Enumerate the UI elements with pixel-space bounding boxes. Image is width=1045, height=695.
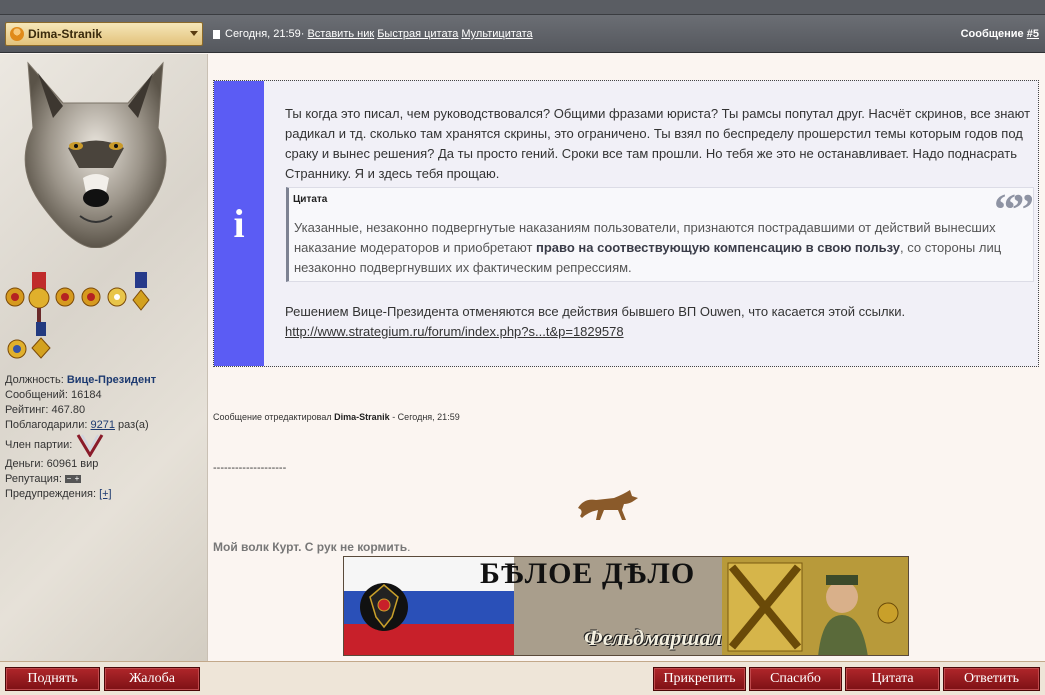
money: Деньги: 60961 вир [5, 458, 99, 470]
user-sidebar: Должность: Вице-Президент Сообщений: 161… [0, 54, 208, 661]
decision-text: Решением Вице-Президента отменяются все … [285, 304, 906, 339]
user-dropdown[interactable]: Dima-Stranik [5, 22, 203, 46]
quick-quote-link[interactable]: Быстрая цитата [377, 28, 458, 40]
document-icon [213, 29, 220, 39]
info-strip: i [214, 81, 264, 366]
position-value: Вице-Президент [66, 374, 157, 386]
reply-button[interactable]: Ответить [943, 667, 1040, 691]
warnings-add-link[interactable]: [+] [99, 488, 112, 500]
post-paragraph: Ты когда это писал, чем руководствовался… [285, 106, 1031, 181]
pin-button[interactable]: Прикрепить [653, 667, 746, 691]
avatar [24, 61, 167, 248]
username: Dima-Stranik [28, 27, 103, 41]
thanks-row: Поблагодарили: 9271 раз(а) [5, 419, 149, 431]
post-time: Сегодня, 21:59· [225, 28, 305, 40]
warnings-row: Предупреждения: [+] [5, 488, 112, 500]
post-header: Dima-Stranik Сегодня, 21:59· Вставить ни… [0, 15, 1045, 53]
signature-separator: -------------------- [213, 462, 287, 474]
banner-subtitle: Фельдмаршал [584, 625, 722, 650]
quote-text: Указанные, незаконно подвергнутые наказа… [294, 220, 1002, 275]
multiquote-link[interactable]: Мультицитата [461, 28, 532, 40]
reputation-plus-button[interactable]: + [72, 475, 81, 484]
quote-block: Цитата “” Указанные, незаконно подвергну… [286, 185, 1034, 282]
edited-note: Сообщение отредактировал Dima-Stranik - … [213, 412, 460, 422]
party-row: Член партии: [5, 433, 156, 457]
user-icon [10, 27, 24, 41]
post-link[interactable]: http://www.strategium.ru/forum/index.php… [285, 324, 624, 339]
medals [5, 272, 150, 359]
post-number-link[interactable]: #5 [1027, 28, 1039, 40]
messages-count: Сообщений: 16184 [5, 389, 102, 401]
quote-label: Цитата [293, 194, 328, 205]
reputation-minus-button[interactable]: − [64, 475, 73, 484]
wolf-icon [578, 490, 638, 520]
up-button[interactable]: Поднять [5, 667, 100, 691]
post-content: i Ты когда это писал, чем руководствовал… [209, 54, 1045, 661]
position-row: Должность: Вице-Президент [5, 374, 157, 386]
info-box: i Ты когда это писал, чем руководствовал… [213, 80, 1039, 367]
edited-author: Dima-Stranik [334, 412, 390, 422]
action-bar: Поднять Жалоба Прикрепить Спасибо Цитата… [0, 661, 1045, 695]
insert-nick-link[interactable]: Вставить ник [307, 28, 374, 40]
signature-banner: БѢЛОЕ ДѢЛО Фельдмаршал [343, 556, 909, 656]
reputation-row: Репутация: − + [5, 473, 81, 485]
quote-button[interactable]: Цитата [845, 667, 940, 691]
post-number: Сообщение #5 [961, 28, 1039, 40]
chevron-down-icon [190, 31, 198, 36]
thanks-count-link[interactable]: 9271 [91, 419, 115, 431]
party-chevron-icon [77, 434, 104, 457]
rating: Рейтинг: 467.80 [5, 404, 86, 416]
complaint-button[interactable]: Жалоба [104, 667, 200, 691]
top-bar [0, 0, 1045, 15]
user-info: Должность: Вице-Президент Сообщений: 161… [5, 373, 156, 502]
post-meta: Сегодня, 21:59· Вставить ник Быстрая цит… [213, 28, 533, 40]
info-icon: i [233, 201, 245, 246]
signature-text: Мой волк Курт. С рук не кормить. [213, 540, 411, 554]
thanks-button[interactable]: Спасибо [749, 667, 842, 691]
post-label: Сообщение [960, 28, 1024, 40]
banner-title: БѢЛОЕ ДѢЛО [480, 557, 696, 590]
field-marshal-portrait [722, 557, 908, 655]
